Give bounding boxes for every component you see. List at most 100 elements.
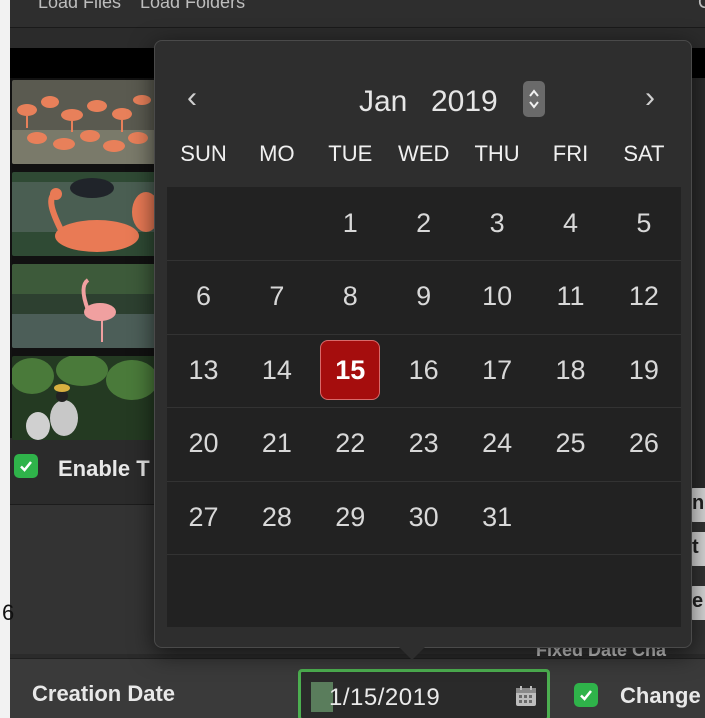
day-number: 20 bbox=[188, 428, 219, 459]
day-number: 28 bbox=[261, 501, 292, 532]
day-number: 26 bbox=[628, 428, 659, 459]
creation-date-row: Creation Date 1/15/2019 Change bbox=[10, 658, 705, 718]
day-number: 5 bbox=[636, 208, 652, 238]
day-number: 30 bbox=[408, 501, 439, 532]
edge-button-3[interactable]: e bbox=[690, 586, 705, 620]
day-cell[interactable]: 21 bbox=[240, 407, 313, 480]
enable-option: Enable T bbox=[10, 446, 160, 490]
day-number: 4 bbox=[562, 208, 579, 238]
day-number: 21 bbox=[261, 428, 292, 459]
toolbar-right-item[interactable]: C bbox=[698, 0, 705, 13]
thumbnail-flamingo-single[interactable] bbox=[12, 264, 158, 348]
day-cell[interactable]: 2 bbox=[387, 187, 460, 260]
day-cell[interactable]: 30 bbox=[387, 481, 460, 554]
day-number: 25 bbox=[555, 428, 586, 459]
day-cell[interactable]: 20 bbox=[167, 407, 240, 480]
day-cell[interactable]: 17 bbox=[461, 334, 534, 407]
day-cell[interactable]: 7 bbox=[240, 260, 313, 333]
day-cell[interactable]: 28 bbox=[240, 481, 313, 554]
day-cell[interactable]: 4 bbox=[534, 187, 607, 260]
day-number: 27 bbox=[188, 501, 219, 532]
day-cell[interactable]: 19 bbox=[607, 334, 680, 407]
day-grid: 1 2 3 4 5 6 7 8 9 10 11 12 13 14 15 16 17 18 19 20 21 22 23 24 2… bbox=[167, 187, 681, 627]
day-number: 17 bbox=[482, 354, 513, 385]
day-cell[interactable]: 9 bbox=[387, 260, 460, 333]
weekday-label: SUN bbox=[180, 141, 227, 166]
day-number: 2 bbox=[416, 208, 432, 238]
stepper-arrows-icon bbox=[529, 89, 539, 109]
calendar-popover: ‹ Jan 2019 › SUN MO TUE WED THU FRI SAT 123456… bbox=[154, 40, 692, 648]
day-number: 1 bbox=[342, 208, 358, 238]
edge-button-1[interactable]: n bbox=[690, 488, 705, 522]
weekday-header: SUN MO TUE WED THU FRI SAT bbox=[167, 141, 681, 181]
thumbnail-flamingo-wading[interactable] bbox=[12, 172, 158, 256]
load-folders-button[interactable]: Load Folders bbox=[140, 0, 245, 13]
day-cell[interactable]: 16 bbox=[387, 334, 460, 407]
day-number: 22 bbox=[335, 428, 366, 459]
day-cell[interactable]: 12 bbox=[607, 260, 680, 333]
day-cell[interactable]: 6 bbox=[167, 260, 240, 333]
edge-button-2[interactable]: t bbox=[690, 532, 705, 566]
enable-checkbox[interactable] bbox=[14, 454, 38, 478]
change-checkbox[interactable] bbox=[574, 683, 598, 707]
day-number: 19 bbox=[628, 354, 659, 385]
year-label[interactable]: 2019 bbox=[431, 85, 498, 119]
day-cell[interactable]: 5 bbox=[607, 187, 680, 260]
creation-date-label: Creation Date bbox=[32, 681, 176, 706]
day-number: 8 bbox=[342, 281, 358, 312]
day-number: 15 bbox=[320, 340, 381, 401]
day-cell[interactable]: 29 bbox=[314, 481, 387, 554]
calendar-icon[interactable] bbox=[515, 685, 537, 707]
load-files-button[interactable]: Load Files bbox=[38, 0, 121, 13]
day-cell[interactable]: 10 bbox=[461, 260, 534, 333]
day-number: 3 bbox=[489, 208, 505, 238]
day-number: 16 bbox=[408, 354, 439, 385]
day-cell[interactable]: 26 bbox=[607, 407, 680, 480]
day-cell[interactable]: 24 bbox=[461, 407, 534, 480]
thumbnail-flamingo-flock[interactable] bbox=[12, 80, 158, 164]
weekday-label: MO bbox=[259, 141, 295, 166]
day-cell[interactable]: 3 bbox=[461, 187, 534, 260]
day-cell[interactable]: 22 bbox=[314, 407, 387, 480]
selected-day[interactable]: 15 bbox=[314, 334, 387, 407]
day-number: 13 bbox=[188, 354, 219, 385]
day-cell[interactable]: 23 bbox=[387, 407, 460, 480]
weekday-label: FRI bbox=[552, 141, 589, 166]
next-month-button[interactable]: › bbox=[645, 81, 655, 115]
day-cell[interactable]: 31 bbox=[461, 481, 534, 554]
day-cell[interactable]: 18 bbox=[534, 334, 607, 407]
day-cell[interactable]: 1 bbox=[314, 187, 387, 260]
weekday-label: THU bbox=[474, 141, 520, 166]
day-cell[interactable]: 27 bbox=[167, 481, 240, 554]
enable-label: Enable T bbox=[58, 456, 150, 481]
day-number: 11 bbox=[556, 281, 585, 312]
checkmark-icon bbox=[20, 461, 32, 472]
change-label: Change bbox=[620, 683, 701, 708]
toolbar: Load Files Load Folders C bbox=[10, 0, 705, 28]
day-number: 18 bbox=[555, 354, 586, 385]
day-cell[interactable]: 13 bbox=[167, 334, 240, 407]
day-number: 7 bbox=[269, 281, 285, 312]
day-cell[interactable]: 25 bbox=[534, 407, 607, 480]
popover-pointer bbox=[398, 646, 426, 660]
day-number: 24 bbox=[482, 428, 513, 459]
day-cell[interactable]: 14 bbox=[240, 334, 313, 407]
grid-divider bbox=[167, 554, 681, 555]
day-number: 23 bbox=[408, 428, 439, 459]
month-label: Jan bbox=[359, 85, 408, 118]
day-number: 14 bbox=[261, 354, 292, 385]
day-number: 9 bbox=[416, 281, 432, 312]
day-cell[interactable]: 11 bbox=[534, 260, 607, 333]
panel-number: 6 bbox=[2, 600, 15, 625]
creation-date-field[interactable]: 1/15/2019 bbox=[298, 669, 550, 718]
day-number: 10 bbox=[482, 281, 513, 312]
day-number: 6 bbox=[195, 281, 212, 312]
creation-date-value[interactable]: 1/15/2019 bbox=[329, 684, 440, 712]
thumbnail-crowned-crane[interactable] bbox=[12, 356, 158, 440]
year-stepper[interactable] bbox=[523, 81, 545, 117]
weekday-label: TUE bbox=[328, 141, 373, 166]
weekday-label: SAT bbox=[623, 141, 665, 166]
prev-month-button[interactable]: ‹ bbox=[187, 81, 197, 115]
day-number: 29 bbox=[335, 501, 366, 532]
day-cell[interactable]: 8 bbox=[314, 260, 387, 333]
